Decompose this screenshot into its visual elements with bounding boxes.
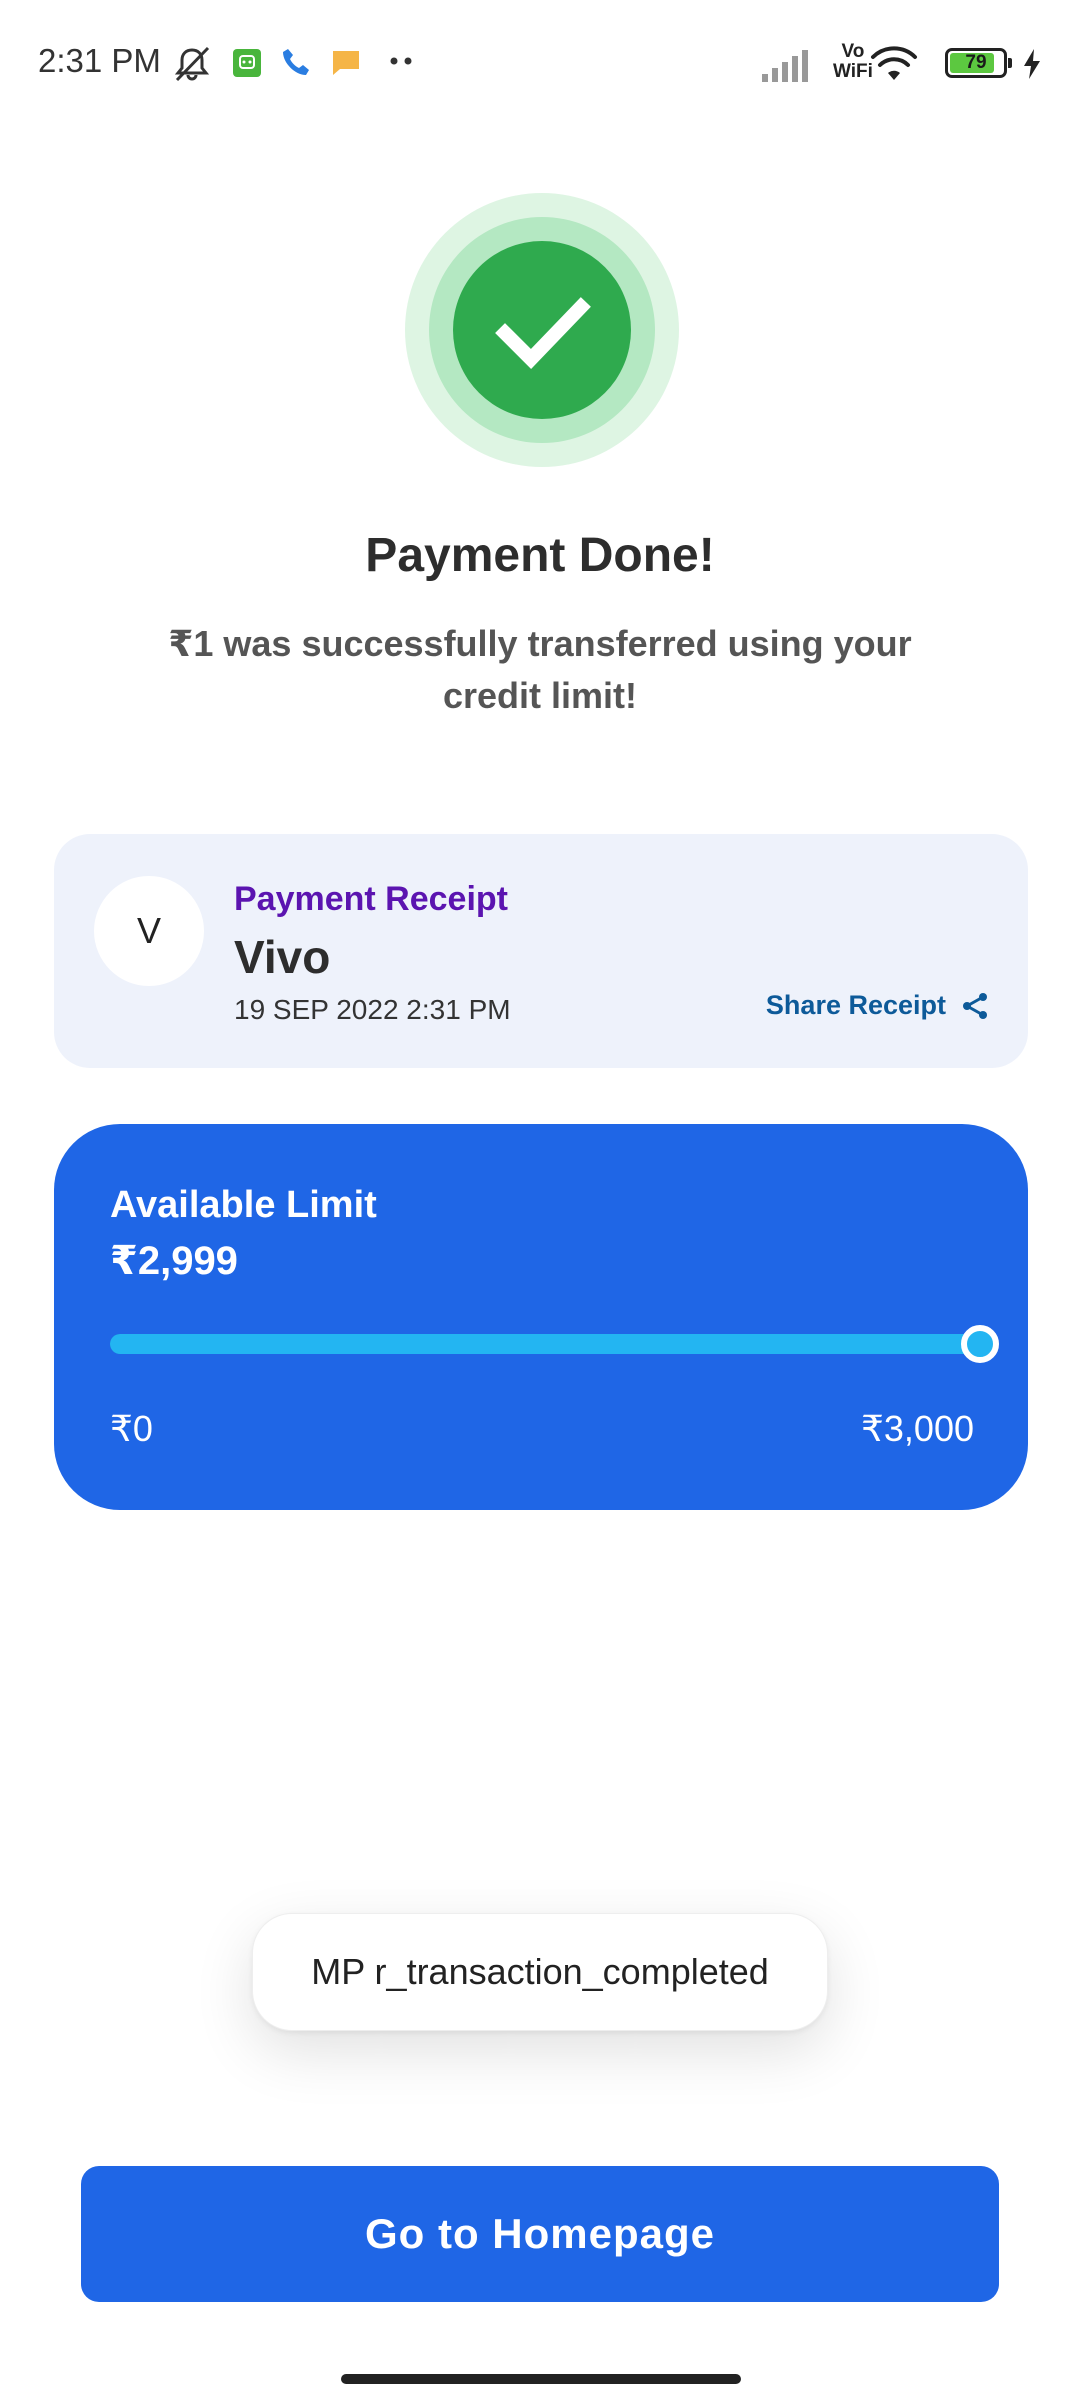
receipt-datetime: 19 SEP 2022 2:31 PM	[234, 994, 511, 1025]
available-limit-card: Available Limit ₹2,999 ₹0 ₹3,000	[54, 1124, 1028, 1510]
charging-icon	[1022, 48, 1042, 85]
page-subtitle: ₹1 was successfully transferred using yo…	[168, 623, 912, 716]
checkmark-icon	[495, 297, 591, 369]
wifi-icon	[870, 46, 918, 87]
limit-progress-bar	[110, 1325, 999, 1363]
share-receipt-button[interactable]: Share Receipt	[766, 990, 990, 1021]
more-dots-icon	[388, 54, 414, 72]
signal-icon	[760, 48, 810, 87]
success-ring	[429, 217, 655, 443]
payment-receipt-card: V Payment Receipt Vivo 19 SEP 2022 2:31 …	[54, 834, 1028, 1068]
status-bar: 2:31 PM Vo WiFi 79	[0, 0, 1080, 130]
limit-progress-fill	[110, 1334, 980, 1354]
vowifi-label: Vo WiFi	[833, 41, 873, 82]
limit-min-label: ₹0	[110, 1408, 153, 1449]
navigation-handle[interactable]	[341, 2374, 741, 2384]
page-title: Payment Done!	[365, 529, 715, 582]
merchant-name: Vivo	[234, 931, 331, 983]
battery-icon: 79	[945, 48, 1012, 78]
payment-success-screen: 2:31 PM Vo WiFi 79 Payment Done! ₹1 was …	[0, 0, 1080, 2400]
share-receipt-label: Share Receipt	[765, 990, 946, 1020]
limit-label: Available Limit	[110, 1184, 377, 1226]
limit-max-label: ₹3,000	[861, 1408, 974, 1449]
app-notification-icon	[232, 48, 262, 83]
message-icon	[330, 48, 362, 83]
merchant-avatar: V	[94, 876, 204, 986]
limit-value: ₹2,999	[110, 1239, 238, 1283]
toast-message: MP r_transaction_completed	[252, 1913, 828, 2031]
mute-icon	[172, 44, 212, 89]
receipt-label: Payment Receipt	[234, 880, 508, 918]
limit-progress-thumb	[960, 1325, 999, 1363]
share-icon	[963, 992, 987, 1019]
success-check-icon	[405, 193, 679, 467]
phone-icon	[280, 46, 312, 83]
status-time: 2:31 PM	[38, 42, 161, 79]
go-to-homepage-button[interactable]: Go to Homepage	[81, 2166, 999, 2302]
battery-level: 79	[965, 52, 987, 73]
success-core	[453, 241, 631, 419]
